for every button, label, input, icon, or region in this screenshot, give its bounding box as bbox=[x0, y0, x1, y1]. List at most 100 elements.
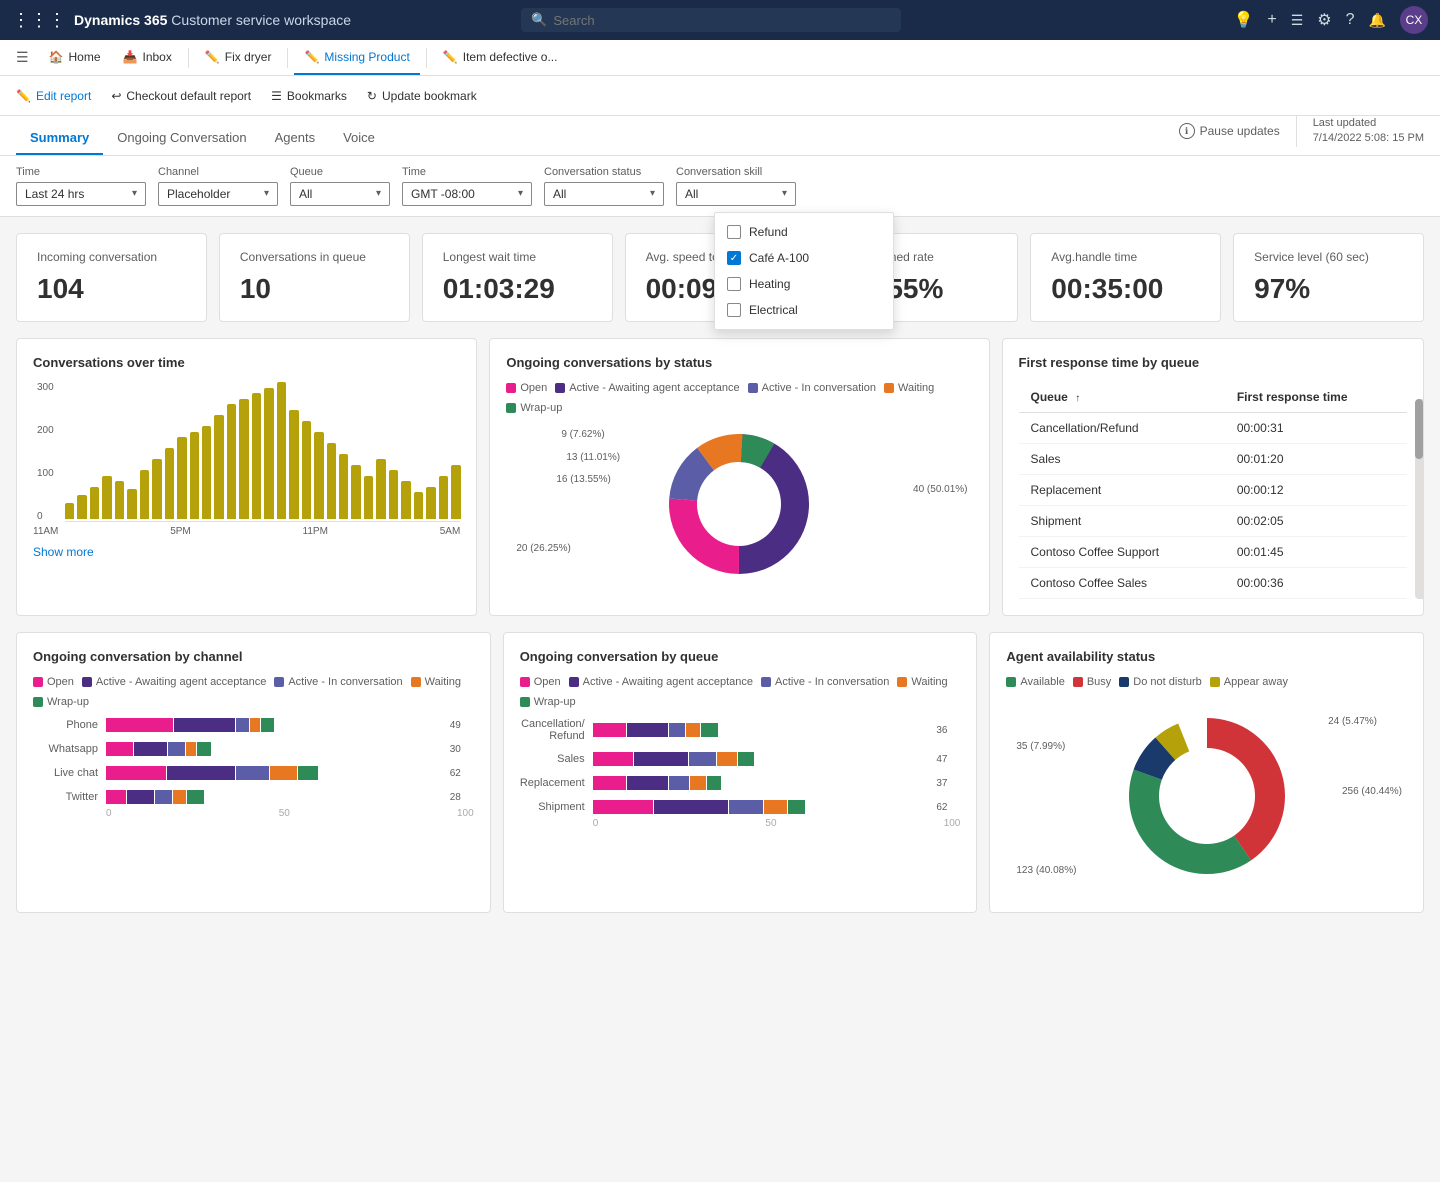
hbar-track bbox=[593, 776, 929, 790]
main-tab-list: Summary Ongoing Conversation Agents Voic… bbox=[16, 120, 389, 155]
tab-inbox[interactable]: 📥 Inbox bbox=[113, 40, 182, 75]
hbar-segment bbox=[593, 800, 653, 814]
checkbox-heating[interactable] bbox=[727, 277, 741, 291]
hbar-row: Shipment62 bbox=[520, 800, 961, 814]
filter-time-select[interactable]: Last 24 hrs ▾ bbox=[16, 182, 146, 206]
pause-icon: ℹ bbox=[1179, 123, 1195, 139]
tab-home[interactable]: 🏠 Home bbox=[39, 40, 111, 75]
ch-legend-wrapup-dot bbox=[33, 697, 43, 707]
scrollbar-thumb[interactable] bbox=[1415, 399, 1423, 459]
skill-cafe-a100[interactable]: ✓ Café A-100 bbox=[715, 245, 893, 271]
donut-label-bottom: 20 (26.25%) bbox=[516, 543, 570, 554]
hbar-segment bbox=[168, 742, 185, 756]
hbar-segment bbox=[134, 742, 168, 756]
bar-item bbox=[165, 448, 174, 519]
apps-icon[interactable]: ⋮⋮⋮ bbox=[12, 10, 66, 31]
channel-legend: Open Active - Awaiting agent acceptance … bbox=[33, 676, 474, 708]
skill-electrical[interactable]: Electrical bbox=[715, 297, 893, 323]
hbar-segment bbox=[173, 790, 186, 804]
bar-chart-y-axis: 300 200 100 0 bbox=[37, 382, 54, 522]
lightbulb-icon[interactable]: 💡 bbox=[1233, 10, 1253, 30]
filter-timezone-select[interactable]: GMT -08:00 ▾ bbox=[402, 182, 532, 206]
bar-item bbox=[389, 470, 398, 519]
tab-agents[interactable]: Agents bbox=[261, 120, 329, 155]
toolbar: ✏️ Edit report ↩ Checkout default report… bbox=[0, 76, 1440, 116]
hbar-segment bbox=[729, 800, 763, 814]
hbar-segment bbox=[669, 723, 686, 737]
kpi-service-level: Service level (60 sec) 97% bbox=[1233, 233, 1424, 323]
hbar-row: Live chat62 bbox=[33, 766, 474, 780]
ag-busy-dot bbox=[1073, 677, 1083, 687]
donut-legend: Open Active - Awaiting agent acceptance … bbox=[506, 382, 972, 414]
tab-fix-dryer[interactable]: ✏️ Fix dryer bbox=[195, 40, 282, 75]
tab-voice[interactable]: Voice bbox=[329, 120, 389, 155]
filter-channel-select[interactable]: Placeholder ▾ bbox=[158, 182, 278, 206]
hbar-segment bbox=[593, 776, 627, 790]
tab-ongoing-conversation[interactable]: Ongoing Conversation bbox=[103, 120, 260, 155]
hbar-segment bbox=[250, 718, 260, 732]
bar-item bbox=[115, 481, 124, 519]
sort-icon[interactable]: ↑ bbox=[1075, 393, 1080, 404]
checkbox-refund[interactable] bbox=[727, 225, 741, 239]
filter-queue-select[interactable]: All ▾ bbox=[290, 182, 390, 206]
hbar-segment bbox=[187, 790, 204, 804]
checkbox-electrical[interactable] bbox=[727, 303, 741, 317]
bar-item bbox=[327, 443, 336, 520]
table-row: Contoso Coffee Sales00:00:36 bbox=[1019, 568, 1407, 599]
filter-icon[interactable]: ☰ bbox=[1291, 12, 1304, 29]
bar-item bbox=[90, 487, 99, 520]
tab-item-defective[interactable]: ✏️ Item defective o... bbox=[433, 40, 568, 75]
table-row: Contoso Coffee Support00:01:45 bbox=[1019, 537, 1407, 568]
scrollbar[interactable] bbox=[1415, 399, 1423, 599]
hbar-segment bbox=[593, 723, 627, 737]
bar-item bbox=[451, 465, 460, 520]
hbar-track bbox=[106, 718, 442, 732]
skill-heating[interactable]: Heating bbox=[715, 271, 893, 297]
hbar-segment bbox=[106, 790, 126, 804]
update-bookmark-btn[interactable]: ↻ Update bookmark bbox=[367, 89, 477, 103]
hbar-row: Cancellation/ Refund36 bbox=[520, 718, 961, 742]
tab-summary[interactable]: Summary bbox=[16, 120, 103, 155]
checkout-default-btn[interactable]: ↩ Checkout default report bbox=[111, 89, 251, 103]
settings-icon[interactable]: ⚙ bbox=[1317, 10, 1331, 30]
add-icon[interactable]: + bbox=[1267, 11, 1276, 29]
filter-conv-skill-select[interactable]: All ▾ bbox=[676, 182, 796, 206]
tab-missing-product[interactable]: ✏️ Missing Product bbox=[294, 40, 419, 75]
help-icon[interactable]: ? bbox=[1346, 11, 1355, 29]
bar-item bbox=[202, 426, 211, 519]
legend-wrapup: Wrap-up bbox=[506, 402, 562, 414]
filter-time: Time Last 24 hrs ▾ bbox=[16, 166, 146, 206]
hbar-track bbox=[106, 766, 442, 780]
hbar-segment bbox=[627, 723, 667, 737]
agent-label-1: 24 (5.47%) bbox=[1328, 716, 1377, 727]
legend-active-conv-dot bbox=[748, 383, 758, 393]
pause-btn[interactable]: ℹ Pause updates bbox=[1179, 123, 1280, 139]
chevron-icon-5: ▾ bbox=[650, 188, 655, 199]
filter-conv-status-select[interactable]: All ▾ bbox=[544, 182, 664, 206]
hbar-segment bbox=[593, 752, 633, 766]
bookmarks-btn[interactable]: ☰ Bookmarks bbox=[271, 89, 347, 103]
hbar-segment bbox=[127, 790, 154, 804]
pencil-icon-2: ✏️ bbox=[304, 50, 319, 64]
hbar-segment bbox=[106, 718, 173, 732]
bookmark-icon: ☰ bbox=[271, 89, 282, 103]
nav-hamburger[interactable]: ☰ bbox=[8, 45, 37, 70]
legend-open: Open bbox=[506, 382, 547, 394]
bar-item bbox=[339, 454, 348, 520]
checkbox-cafe-a100[interactable]: ✓ bbox=[727, 251, 741, 265]
edit-report-btn[interactable]: ✏️ Edit report bbox=[16, 89, 91, 103]
hbar-row: Sales47 bbox=[520, 752, 961, 766]
chevron-icon-1: ▾ bbox=[132, 188, 137, 199]
legend-wrapup-dot bbox=[506, 403, 516, 413]
hbar-row: Twitter28 bbox=[33, 790, 474, 804]
hbar-segment bbox=[106, 766, 166, 780]
avatar[interactable]: CX bbox=[1400, 6, 1428, 34]
kpi-longest-wait: Longest wait time 01:03:29 bbox=[422, 233, 613, 323]
bar-item bbox=[376, 459, 385, 519]
alert-icon[interactable]: 🔔 bbox=[1369, 12, 1386, 29]
home-icon: 🏠 bbox=[49, 50, 64, 64]
show-more-btn[interactable]: Show more bbox=[33, 545, 460, 559]
skill-refund[interactable]: Refund bbox=[715, 219, 893, 245]
search-input[interactable] bbox=[553, 13, 891, 28]
search-bar[interactable]: 🔍 bbox=[521, 8, 901, 32]
